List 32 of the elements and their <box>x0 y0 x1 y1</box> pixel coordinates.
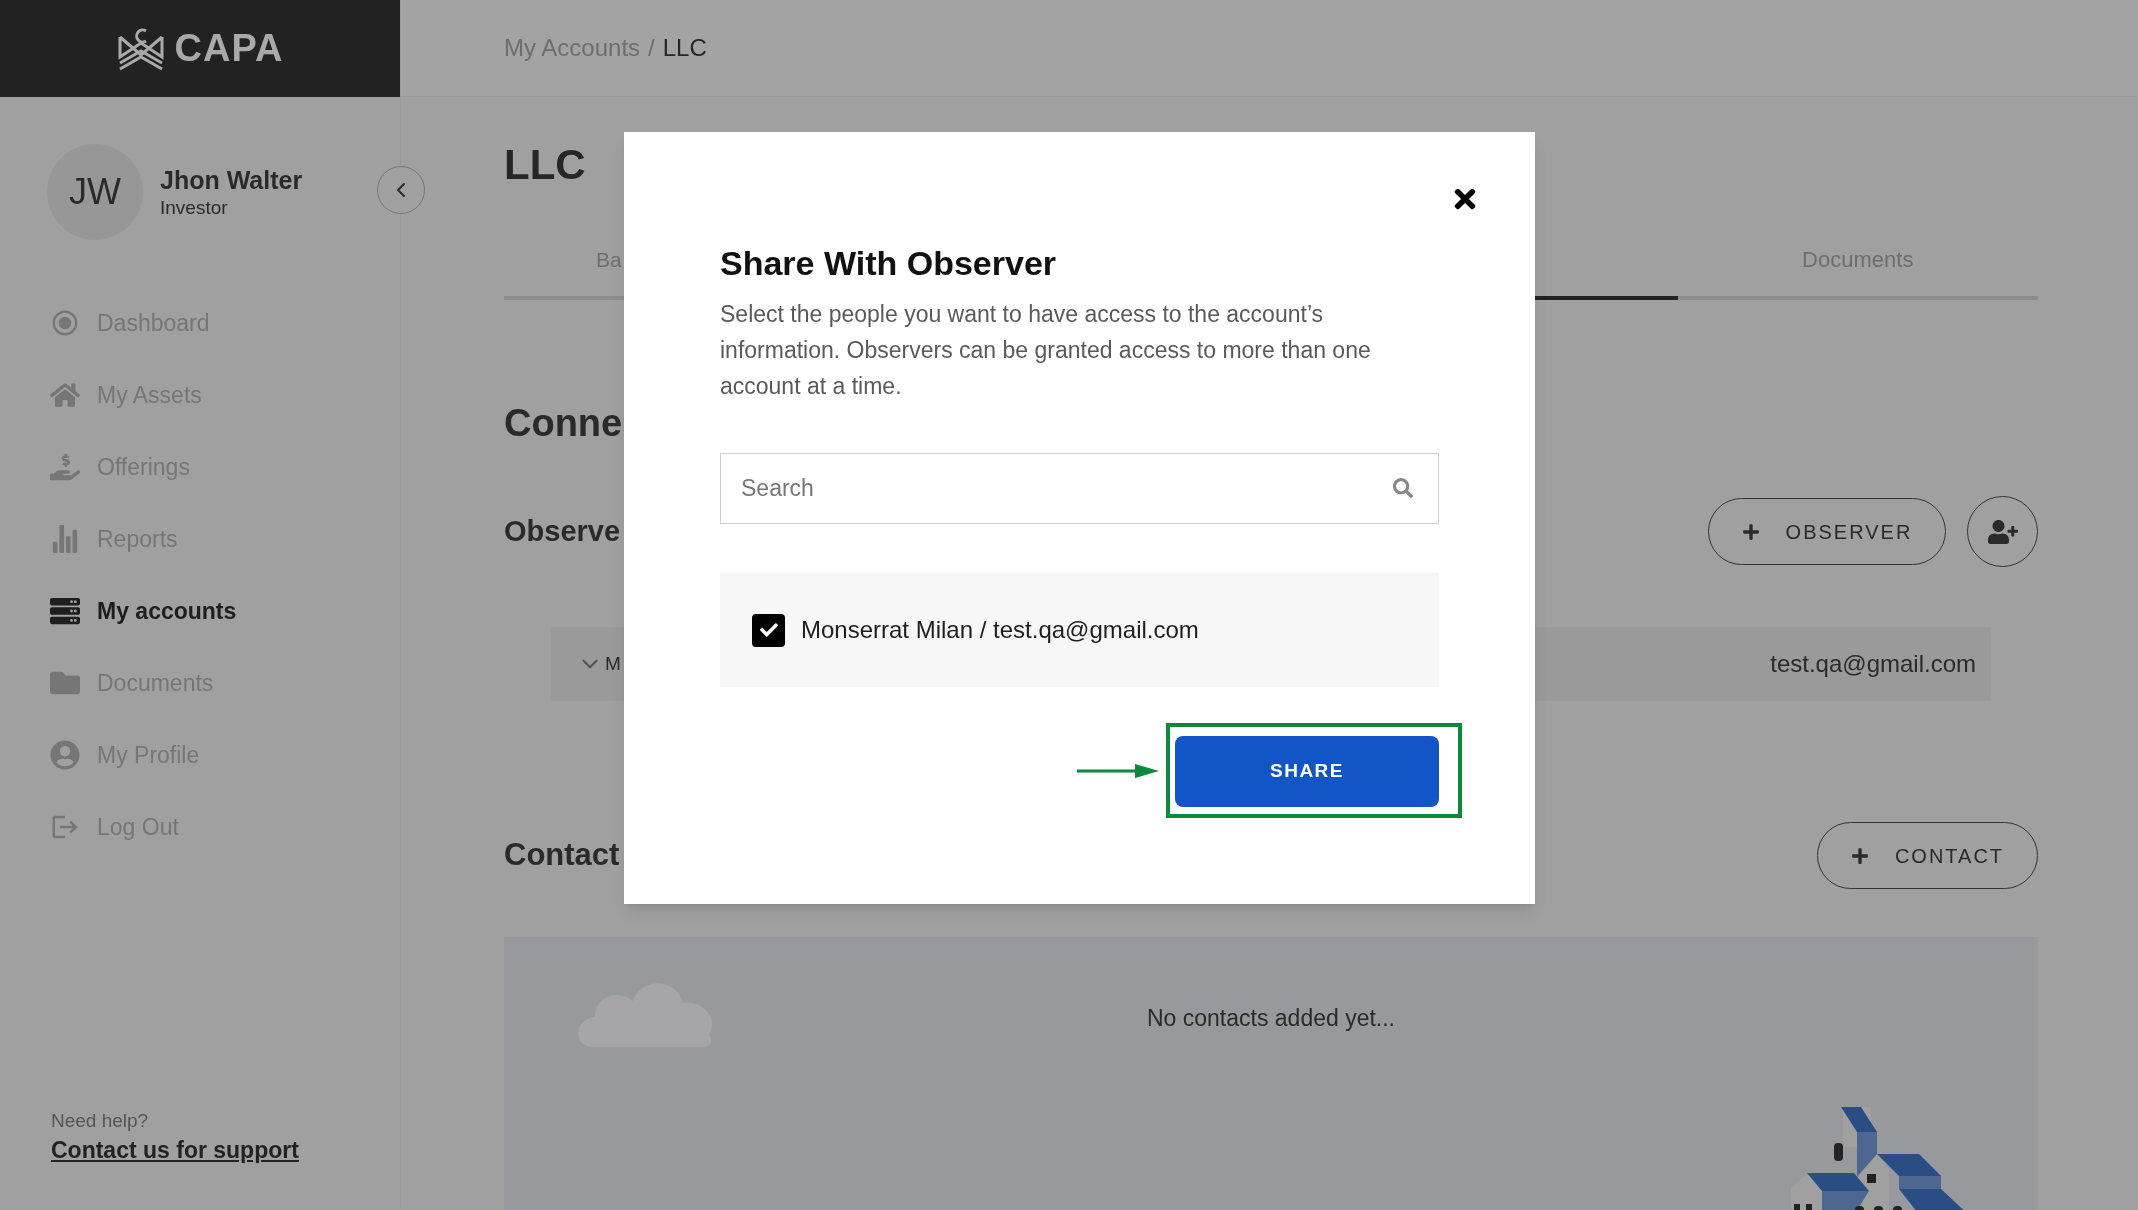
plus-icon <box>1850 846 1869 865</box>
search-icon <box>1393 478 1413 498</box>
bar-chart-icon <box>50 524 80 554</box>
user-name: Jhon Walter <box>160 165 303 196</box>
share-button[interactable]: SHARE <box>1175 736 1439 807</box>
user-role: Investor <box>160 196 229 220</box>
observer-email: test.qa@gmail.com <box>1770 649 1976 679</box>
logo-icon <box>116 26 165 71</box>
list-icon <box>50 596 80 626</box>
hand-dollar-icon <box>50 452 80 482</box>
page-title: LLC <box>504 140 586 190</box>
brand-name: CAPA <box>174 26 284 71</box>
section-heading: Conne <box>504 401 623 446</box>
help-text: Need help? <box>51 1109 150 1133</box>
nav-item[interactable]: My accounts <box>0 575 400 647</box>
plus-icon <box>1741 522 1760 541</box>
observer-name: M <box>605 651 621 676</box>
observer-option[interactable]: Monserrat Milan / test.qa@gmail.com <box>752 612 1439 648</box>
empty-state-text: No contacts added yet... <box>1146 1004 1395 1033</box>
avatar: JW <box>47 144 143 240</box>
target-icon <box>50 308 80 338</box>
house-icon <box>50 380 80 410</box>
breadcrumb-separator: / <box>648 33 655 63</box>
section-heading: Observe <box>504 513 621 549</box>
dialog-description: Select the people you want to have access to the account’s information. Observers can be granted access to more than one account at a time. <box>720 300 1372 401</box>
check-icon <box>759 621 778 639</box>
support-link[interactable]: Contact us for support <box>51 1134 299 1166</box>
section-heading: Contact <box>504 836 620 875</box>
search-field[interactable]: Search <box>720 453 1439 524</box>
checkbox[interactable] <box>752 613 785 647</box>
dialog-title: Share With Observer <box>720 243 1057 284</box>
breadcrumb-item: LLC <box>662 33 707 63</box>
